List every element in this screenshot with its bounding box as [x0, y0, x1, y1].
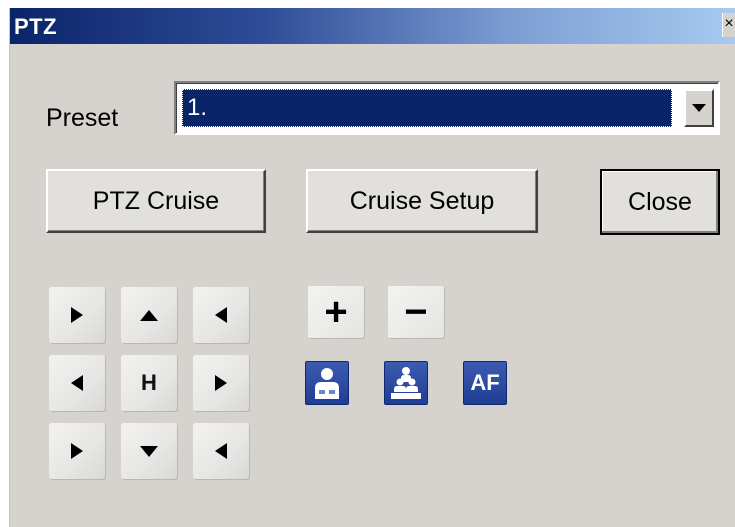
close-icon: ×: [724, 15, 734, 32]
window-title: PTZ: [14, 14, 58, 39]
auto-focus-button[interactable]: AF: [463, 361, 507, 405]
focus-near-button[interactable]: [305, 361, 349, 405]
pan-left-button[interactable]: [49, 355, 105, 411]
focus-near-icon: [315, 368, 339, 399]
arrow-left-icon: [71, 375, 83, 391]
tilt-up-button[interactable]: [121, 287, 177, 343]
ptz-dialog: PTZ × Preset 1. PTZ Cruise Cruise Setup …: [9, 8, 735, 527]
minus-icon: −: [404, 290, 428, 334]
zoom-in-button[interactable]: +: [308, 286, 364, 338]
preset-label: Preset: [46, 104, 119, 132]
pan-up-left-button[interactable]: [49, 287, 105, 343]
arrow-up-left-icon: [71, 307, 83, 323]
cruise-setup-button[interactable]: Cruise Setup: [306, 169, 538, 233]
plus-icon: +: [324, 290, 348, 334]
dropdown-toggle-button[interactable]: [684, 89, 714, 127]
zoom-out-button[interactable]: −: [388, 286, 444, 338]
close-button[interactable]: Close: [600, 169, 720, 235]
title-bar[interactable]: PTZ ×: [10, 8, 735, 44]
preset-dropdown[interactable]: 1.: [174, 81, 720, 135]
pan-down-right-button[interactable]: [193, 423, 249, 479]
ptz-cruise-button[interactable]: PTZ Cruise: [46, 169, 266, 233]
pan-down-left-button[interactable]: [49, 423, 105, 479]
arrow-up-icon: [140, 309, 158, 321]
home-button[interactable]: H: [121, 355, 177, 411]
close-window-button[interactable]: ×: [722, 13, 735, 37]
arrow-down-icon: [140, 445, 158, 457]
pan-up-right-button[interactable]: [193, 287, 249, 343]
chevron-down-icon: [692, 104, 706, 112]
focus-far-button[interactable]: [384, 361, 428, 405]
pan-right-button[interactable]: [193, 355, 249, 411]
arrow-down-right-icon: [215, 443, 227, 459]
arrow-right-icon: [215, 375, 227, 391]
home-icon: H: [141, 370, 157, 395]
preset-selected-value[interactable]: 1.: [182, 89, 672, 127]
focus-far-icon: [391, 367, 421, 399]
auto-focus-label: AF: [470, 370, 500, 395]
arrow-up-right-icon: [215, 307, 227, 323]
arrow-down-left-icon: [71, 443, 83, 459]
tilt-down-button[interactable]: [121, 423, 177, 479]
